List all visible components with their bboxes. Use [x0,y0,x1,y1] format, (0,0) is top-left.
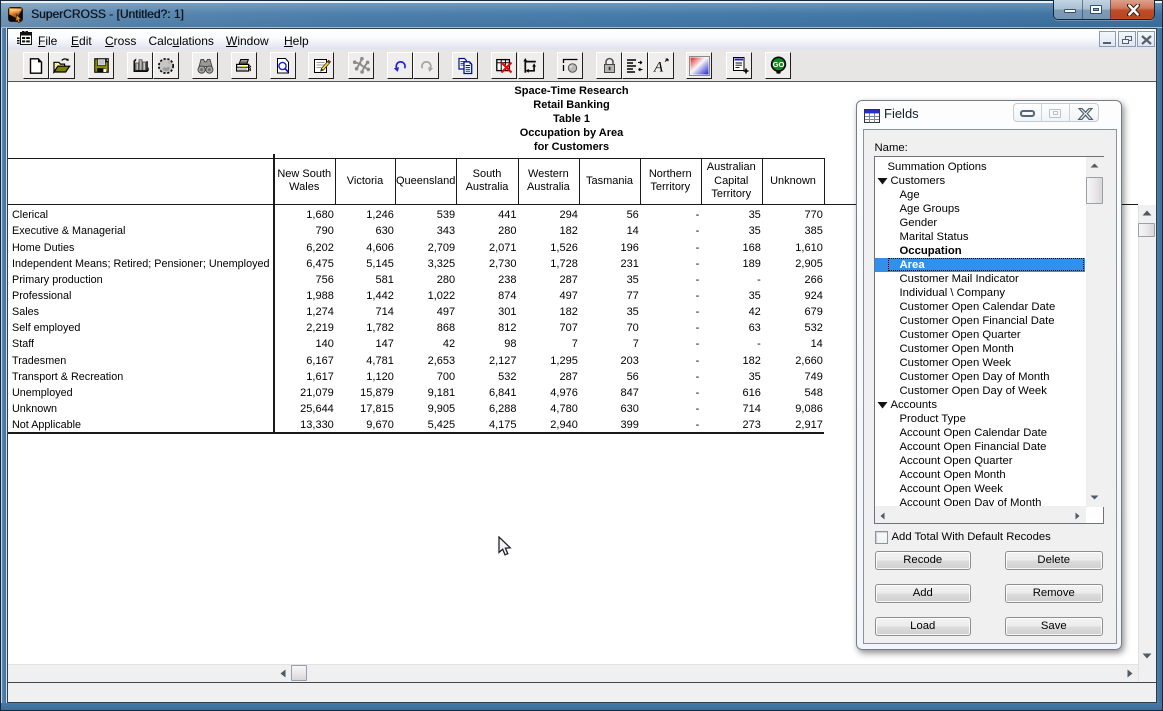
svg-text:A: A [653,59,664,75]
svg-text:GO: GO [772,60,784,69]
